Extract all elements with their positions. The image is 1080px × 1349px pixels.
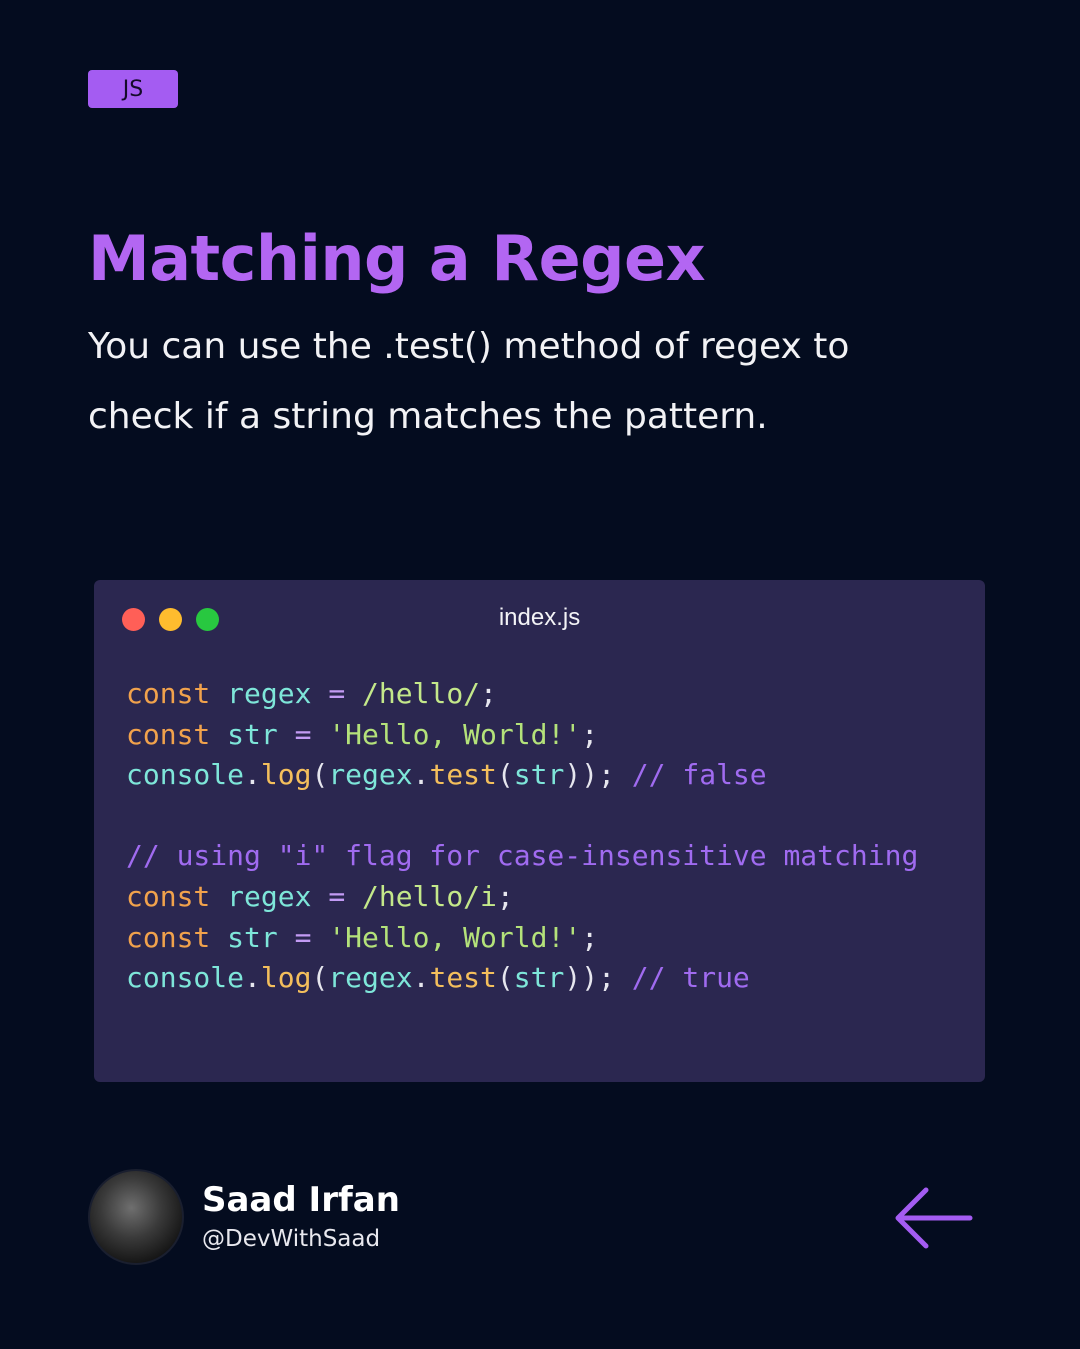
code-line: // using "i" flag for case-insensitive m… <box>126 839 919 873</box>
description-line-2: check if a string matches the pattern. <box>88 396 768 437</box>
code-line: const str = 'Hello, World!'; <box>126 920 599 954</box>
code-line: const regex = /hello/; <box>126 677 497 710</box>
code-block: const regex = /hello/; const str = 'Hello… <box>126 674 918 999</box>
page-title: Matching a Regex <box>88 222 706 295</box>
author-avatar <box>88 1169 184 1265</box>
author-name: Saad Irfan <box>202 1180 400 1220</box>
code-line: const regex = /hello/i; <box>126 879 514 913</box>
language-tag: JS <box>88 70 178 108</box>
code-line: console.log(regex.test(str)); // true <box>126 961 750 995</box>
description-line-1: You can use the .test() method of regex … <box>88 326 850 367</box>
code-editor-window: index.js const regex = /hello/; const str… <box>94 580 985 1082</box>
editor-filename: index.js <box>498 604 581 631</box>
code-line: console.log(regex.test(str)); // false <box>126 758 767 792</box>
code-line: const str = 'Hello, World!'; <box>126 717 599 751</box>
author-handle: @DevWithSaad <box>202 1226 381 1252</box>
arrow-left-icon[interactable] <box>892 1184 974 1252</box>
description: You can use the .test() method of regex … <box>88 312 988 452</box>
